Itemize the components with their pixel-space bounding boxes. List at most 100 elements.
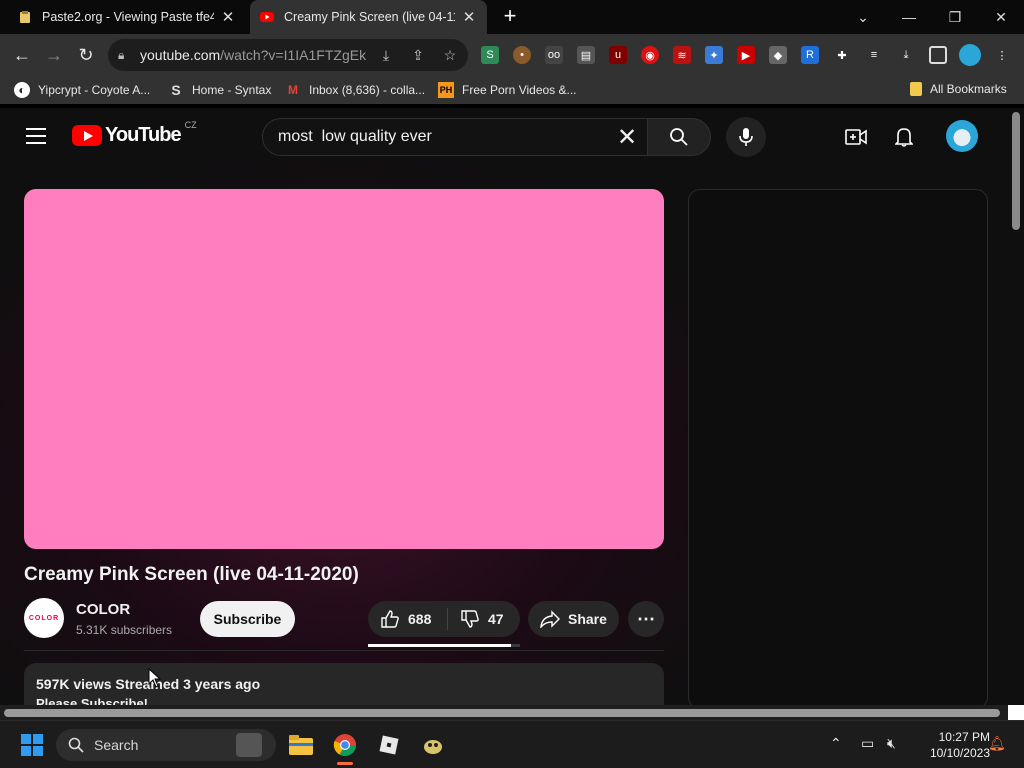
voice-search-button[interactable] bbox=[726, 117, 766, 157]
like-button[interactable]: 688 bbox=[368, 608, 448, 630]
thumbs-up-icon bbox=[381, 610, 399, 628]
back-icon[interactable]: ← bbox=[9, 42, 35, 68]
extension-s-icon[interactable]: S bbox=[481, 46, 499, 64]
extension-game-icon[interactable]: ◆ bbox=[769, 46, 787, 64]
reload-icon[interactable]: ↻ bbox=[73, 42, 99, 68]
windows-taskbar: Search ⌃ ▭ 🔇︎ 10:27 PM 10/10/2023 🔔︎ bbox=[0, 720, 1024, 768]
system-clock[interactable]: 10:27 PM 10/10/2023 bbox=[912, 729, 990, 761]
address-bar[interactable]: 🔒︎ youtube.com/watch?v=I1IA1FTZgEk ⤓ ⇪ ☆ bbox=[108, 39, 468, 71]
all-bookmarks-label: All Bookmarks bbox=[930, 82, 1007, 96]
youtube-logo[interactable]: YouTube CZ bbox=[72, 120, 197, 147]
related-videos-panel bbox=[688, 189, 988, 705]
app-creature-icon[interactable] bbox=[417, 729, 449, 761]
extension-blue-icon[interactable]: ✦ bbox=[705, 46, 723, 64]
bookmark-gmail[interactable]: M Inbox (8,636) - colla... bbox=[285, 82, 425, 98]
network-display-icon[interactable]: ▭ bbox=[861, 735, 874, 752]
search-button[interactable] bbox=[647, 118, 711, 156]
bookmark-label: Yipcrypt - Coyote A... bbox=[38, 83, 151, 97]
search-highlight-icon bbox=[236, 733, 262, 757]
tab-search-icon[interactable]: ⌄ bbox=[840, 0, 886, 34]
horizontal-scrollbar[interactable] bbox=[0, 705, 1024, 720]
vertical-scrollbar[interactable] bbox=[1012, 112, 1020, 230]
tab-youtube[interactable]: Creamy Pink Screen (live 04-11-2020) ✕ bbox=[250, 0, 487, 34]
folder-icon bbox=[910, 82, 922, 96]
notifications-bell-icon[interactable] bbox=[891, 124, 917, 150]
dislike-count: 47 bbox=[488, 611, 504, 627]
cookie-icon[interactable]: • bbox=[513, 46, 531, 64]
puzzle-icon[interactable]: ✚ bbox=[833, 46, 851, 64]
channel-avatar[interactable]: COLOR bbox=[24, 598, 64, 638]
screen: Paste2.org - Viewing Paste tfe4B ✕ Cream… bbox=[0, 0, 1024, 768]
bookmark-syntax[interactable]: S Home - Syntax bbox=[168, 82, 271, 98]
window-close-icon[interactable]: ✕ bbox=[978, 0, 1024, 34]
hamburger-menu-icon[interactable] bbox=[26, 128, 46, 144]
extension-youtube-icon[interactable]: ▶ bbox=[737, 46, 755, 64]
microphone-icon bbox=[739, 128, 753, 146]
windows-start-icon[interactable] bbox=[21, 734, 43, 756]
ublock-icon[interactable]: u bbox=[609, 46, 627, 64]
notification-bell-icon[interactable]: 🔔︎ bbox=[988, 735, 1006, 752]
more-actions-button[interactable]: ⋯ bbox=[628, 601, 664, 637]
close-icon[interactable]: ✕ bbox=[461, 8, 477, 26]
bookmark-yipcrypt[interactable]: ◐ Yipcrypt - Coyote A... bbox=[14, 82, 150, 98]
extension-box-icon[interactable]: ▤ bbox=[577, 46, 595, 64]
extension-eyes-icon[interactable]: oo bbox=[545, 46, 563, 64]
restore-icon[interactable]: ❐ bbox=[932, 0, 978, 34]
download-icon[interactable]: ⤓ bbox=[897, 46, 915, 64]
all-bookmarks[interactable]: All Bookmarks bbox=[910, 82, 1007, 96]
chrome-taskbar-icon[interactable] bbox=[329, 729, 361, 765]
dislike-button[interactable]: 47 bbox=[448, 609, 504, 629]
search-input[interactable]: most low quality ever bbox=[278, 128, 607, 146]
description-box[interactable]: 597K views Streamed 3 years ago Please S… bbox=[24, 663, 664, 705]
extension-red-circle-icon[interactable]: ◉ bbox=[641, 46, 659, 64]
search-icon bbox=[68, 737, 84, 753]
bookmarks-bar: ◐ Yipcrypt - Coyote A... S Home - Syntax… bbox=[0, 76, 1024, 104]
description-text: Please Subscribe! bbox=[36, 696, 148, 705]
tray-overflow-icon[interactable]: ⌃ bbox=[830, 735, 842, 752]
scrollbar-thumb[interactable] bbox=[4, 709, 1000, 717]
share-button[interactable]: Share bbox=[528, 601, 619, 637]
bookmark-label: Home - Syntax bbox=[192, 83, 272, 97]
media-icon[interactable]: ≡ bbox=[865, 46, 883, 64]
share-icon[interactable]: ⇪ bbox=[406, 47, 430, 64]
close-icon[interactable]: ✕ bbox=[220, 8, 236, 26]
bookmark-ph[interactable]: PH Free Porn Videos &... bbox=[438, 82, 577, 98]
taskbar-search[interactable]: Search bbox=[56, 729, 276, 761]
star-icon[interactable]: ☆ bbox=[438, 47, 462, 64]
gmail-icon: M bbox=[288, 83, 298, 97]
scrollbar-corner bbox=[1008, 705, 1024, 720]
account-avatar[interactable] bbox=[946, 120, 978, 152]
subscribe-button[interactable]: Subscribe bbox=[200, 601, 295, 637]
new-tab-button[interactable]: + bbox=[498, 5, 522, 29]
file-explorer-icon[interactable] bbox=[285, 729, 317, 761]
youtube-page: YouTube CZ most low quality ever ✕ Cream… bbox=[0, 108, 1024, 705]
syntax-icon: S bbox=[171, 82, 181, 98]
search-box[interactable]: most low quality ever ✕ bbox=[262, 118, 648, 156]
taskbar-search-label: Search bbox=[94, 737, 139, 753]
install-icon[interactable]: ⤓ bbox=[374, 47, 398, 64]
extension-r-icon[interactable]: R bbox=[801, 46, 819, 64]
clock-date: 10/10/2023 bbox=[929, 746, 990, 760]
roblox-icon[interactable] bbox=[373, 729, 405, 761]
side-panel-icon[interactable] bbox=[929, 46, 947, 64]
lock-icon: 🔒︎ bbox=[118, 47, 125, 62]
profile-avatar[interactable] bbox=[959, 44, 981, 66]
country-code: CZ bbox=[184, 120, 197, 130]
forward-icon[interactable]: → bbox=[41, 42, 67, 68]
clear-search-icon[interactable]: ✕ bbox=[607, 123, 647, 152]
share-arrow-icon bbox=[540, 610, 560, 628]
browser-toolbar: ← → ↻ 🔒︎ youtube.com/watch?v=I1IA1FTZgEk… bbox=[0, 34, 1024, 100]
video-title: Creamy Pink Screen (live 04-11-2020) bbox=[24, 564, 359, 585]
sound-muted-icon[interactable]: 🔇︎ bbox=[887, 735, 896, 752]
create-video-icon[interactable] bbox=[843, 124, 869, 150]
channel-name[interactable]: COLOR bbox=[76, 601, 130, 618]
extension-red-icon[interactable]: ≋ bbox=[673, 46, 691, 64]
tab-paste2[interactable]: Paste2.org - Viewing Paste tfe4B ✕ bbox=[8, 0, 246, 34]
clipboard-icon bbox=[20, 11, 30, 23]
search-icon bbox=[670, 128, 688, 146]
menu-dots-icon[interactable]: ⋮ bbox=[993, 46, 1011, 64]
minimize-icon[interactable]: — bbox=[886, 0, 932, 34]
subscriber-count: 5.31K subscribers bbox=[76, 623, 173, 637]
video-player[interactable] bbox=[24, 189, 664, 549]
youtube-play-icon bbox=[72, 125, 102, 146]
